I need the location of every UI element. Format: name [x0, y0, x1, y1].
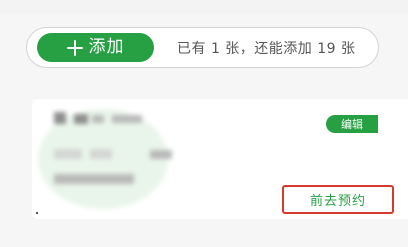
blur-blob [38, 109, 168, 209]
blur-block [54, 112, 66, 124]
blur-block [150, 150, 172, 159]
blur-block [54, 174, 134, 184]
blur-block [54, 149, 82, 159]
bottom-strip [0, 227, 408, 247]
card-count-status: 已有 1 张，还能添加 19 张 [177, 41, 356, 57]
plus-icon [66, 39, 83, 56]
add-button[interactable]: 添加 [37, 33, 154, 62]
blur-block [112, 115, 142, 123]
top-edge [0, 0, 408, 14]
add-card-bar: 添加 已有 1 张，还能添加 19 张 [26, 27, 379, 68]
speck [36, 212, 38, 214]
page: 添加 已有 1 张，还能添加 19 张 编辑 前去预约 [0, 0, 408, 247]
blurred-card-details [32, 99, 172, 219]
edit-button[interactable]: 编辑 [326, 115, 378, 133]
blur-block [90, 149, 112, 159]
blur-block [92, 115, 104, 123]
go-reserve-button[interactable]: 前去预约 [282, 185, 394, 214]
add-button-label: 添加 [88, 37, 125, 57]
blur-block [74, 114, 88, 124]
